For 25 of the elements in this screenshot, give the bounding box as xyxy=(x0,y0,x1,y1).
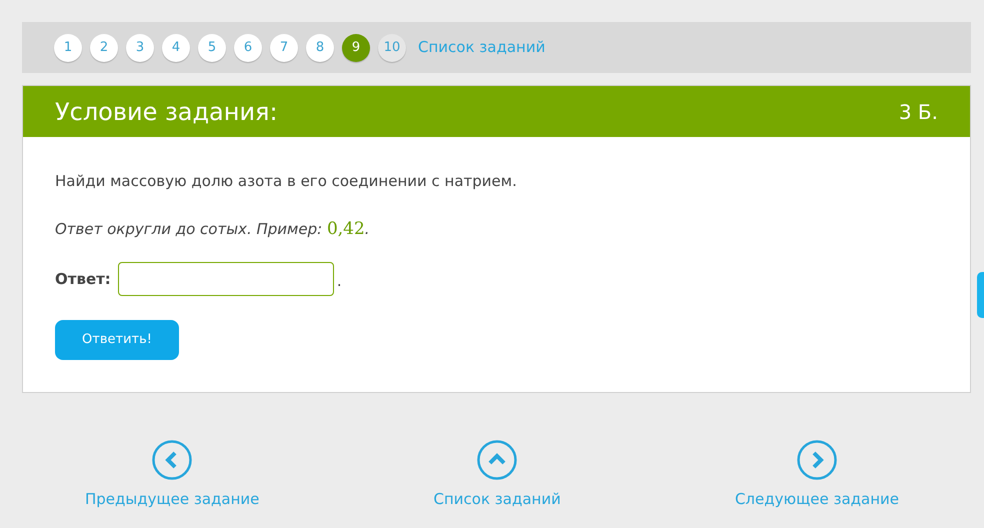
up-chevron-icon xyxy=(477,440,518,480)
right-chevron-icon xyxy=(796,440,837,480)
question-text: Найди массовую долю азота в его соединении с натрием. xyxy=(55,171,518,192)
page-button[interactable]: 3 xyxy=(126,34,154,62)
hint-text: Ответ округли до сотых. Пример: 0,42. xyxy=(55,218,371,240)
page-button[interactable]: 4 xyxy=(162,34,190,62)
task-title: Условие задания: xyxy=(55,96,278,128)
page-button[interactable]: 9 xyxy=(342,34,370,62)
period-text: . xyxy=(336,270,342,292)
answer-label: Ответ: xyxy=(55,268,111,290)
points-label: 3 Б. xyxy=(898,98,938,126)
nav-link[interactable]: Список заданий xyxy=(434,440,561,510)
task-list-link[interactable]: Список заданий xyxy=(418,36,546,59)
page-button[interactable]: 6 xyxy=(234,34,262,62)
nav-link[interactable]: Предыдущее задание xyxy=(85,440,260,510)
page-button[interactable]: 5 xyxy=(198,34,226,62)
answer-field[interactable] xyxy=(118,262,334,296)
left-chevron-icon xyxy=(152,440,192,480)
nav-link[interactable]: Следующее задание xyxy=(734,440,899,510)
page-button[interactable]: 8 xyxy=(306,34,334,62)
submit-button[interactable]: Ответить! xyxy=(55,320,179,360)
page-button[interactable]: 1 xyxy=(54,34,82,62)
page-button[interactable]: 7 xyxy=(270,34,298,62)
page-button[interactable]: 2 xyxy=(90,34,118,62)
side-tab[interactable] xyxy=(977,272,984,318)
